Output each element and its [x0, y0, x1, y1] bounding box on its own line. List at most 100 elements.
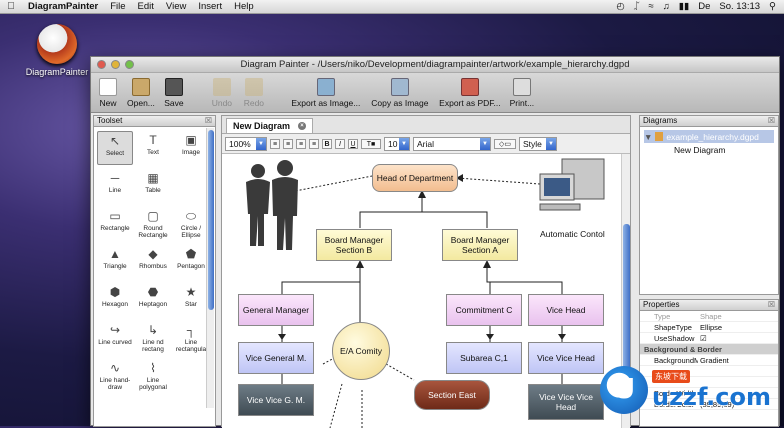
node-section-east[interactable]: Section East	[414, 380, 490, 410]
prop-row-useshadow[interactable]: UseShadow ☑	[640, 333, 778, 344]
line-curved-icon: ↪	[109, 322, 121, 337]
node-board-manager-b[interactable]: Board Manager Section B	[316, 229, 392, 261]
properties-close-icon[interactable]: ☒	[768, 300, 775, 309]
wifi-icon[interactable]: ≈	[648, 1, 653, 12]
desktop-app-icon[interactable]: DiagramPainter	[22, 24, 92, 77]
diagrams-close-icon[interactable]: ☒	[768, 116, 775, 125]
node-vice-vice-gm[interactable]: Vice Vice G. M.	[238, 384, 314, 416]
align-right-icon[interactable]: ≡	[296, 138, 306, 149]
input-language[interactable]: De	[698, 1, 710, 12]
print-button[interactable]: Print...	[509, 78, 535, 108]
font-select[interactable]: Arial ▼	[413, 136, 491, 151]
connector-boarda-head	[422, 211, 488, 228]
toolset-scrollbar[interactable]	[206, 128, 214, 408]
undo-button[interactable]: Undo	[209, 78, 235, 108]
node-vice-vice-vice-head[interactable]: Vice Vice Vice Head	[528, 384, 604, 420]
node-commitment-c[interactable]: Commitment C	[446, 294, 522, 326]
node-vice-vice-head[interactable]: Vice Vice Head	[528, 342, 604, 374]
tool-label: Line	[108, 187, 122, 194]
title-bar[interactable]: Diagram Painter - /Users/niko/Developmen…	[91, 57, 779, 73]
prop-group-background[interactable]: Background & Border	[640, 344, 778, 355]
tool-rectangle[interactable]: ▭ Rectangle	[97, 207, 133, 241]
bold-icon[interactable]: B	[322, 138, 332, 149]
export-image-button[interactable]: Export as Image...	[289, 78, 363, 108]
menu-edit[interactable]: Edit	[132, 1, 160, 12]
tool-line-rect[interactable]: ↳ Line nd rectang	[135, 321, 171, 355]
style-select[interactable]: Style ▼	[519, 136, 557, 151]
menu-view[interactable]: View	[160, 1, 192, 12]
tool-line-rectangular[interactable]: ┐ Line rectangula	[173, 321, 209, 355]
battery-icon[interactable]: ▮▮	[679, 1, 689, 12]
node-head-of-department[interactable]: Head of Department	[372, 164, 458, 192]
menu-help[interactable]: Help	[228, 1, 260, 12]
tool-label: Line polygonal	[139, 377, 167, 391]
tool-pentagon[interactable]: ⬟ Pentagon	[173, 245, 209, 279]
export-pdf-button[interactable]: Export as PDF...	[437, 78, 503, 108]
menu-file[interactable]: File	[104, 1, 131, 12]
round-rectangle-icon: ▢	[147, 208, 159, 223]
copy-image-button[interactable]: Copy as Image	[369, 78, 431, 108]
justify-icon[interactable]: ≡	[309, 138, 319, 149]
blank	[180, 171, 202, 185]
italic-icon[interactable]: I	[335, 138, 345, 149]
tool-heptagon[interactable]: ⬣ Heptagon	[135, 283, 171, 317]
tool-hexagon[interactable]: ⬢ Hexagon	[97, 283, 133, 317]
volume-icon[interactable]: ♫	[663, 1, 670, 12]
undo-icon	[212, 78, 231, 96]
save-button[interactable]: Save	[161, 78, 187, 108]
menu-app[interactable]: DiagramPainter	[22, 1, 104, 12]
tool-line-polygonal[interactable]: ⌇ Line polygonal	[135, 359, 171, 393]
font-size-select[interactable]: 10 ▼	[384, 136, 410, 151]
zoom-select[interactable]: 100% ▼	[225, 136, 267, 151]
copy-image-icon	[390, 78, 409, 96]
redo-button[interactable]: Redo	[241, 78, 267, 108]
node-subarea[interactable]: Subarea C,1	[446, 342, 522, 374]
clock[interactable]: So. 13:13	[719, 1, 760, 12]
node-vice-head[interactable]: Vice Head	[528, 294, 604, 326]
tool-triangle[interactable]: ▲ Triangle	[97, 245, 133, 279]
spotlight-icon[interactable]: ⚲	[769, 1, 776, 12]
node-ea-comity[interactable]: E/A Comity	[332, 322, 390, 380]
tool-line-tool[interactable]: ─ Line	[97, 169, 133, 203]
tool-label: Select	[105, 150, 125, 157]
close-tab-icon[interactable]: ×	[298, 122, 307, 130]
tool-select-arrow[interactable]: ↖ Select	[97, 131, 133, 165]
tree-item-diagram[interactable]: New Diagram	[644, 143, 774, 156]
timemachine-icon[interactable]: ◴	[616, 1, 624, 12]
bluetooth-icon[interactable]: ᛢ	[634, 1, 640, 12]
tree-item-file[interactable]: ▼ example_hierarchy.dgpd	[644, 130, 774, 143]
tool-image-tool[interactable]: ▣ Image	[173, 131, 209, 165]
prop-row-shapetype[interactable]: ShapeType Ellipse	[640, 322, 778, 333]
diagram-canvas[interactable]: Head of Department Automatic Contol Boar…	[222, 154, 622, 428]
pentagon-icon: ⬟	[185, 246, 197, 261]
node-board-manager-a[interactable]: Board Manager Section A	[442, 229, 518, 261]
toolset-close-icon[interactable]: ☒	[205, 116, 212, 125]
line-rectangular-icon: ┐	[186, 322, 196, 337]
tool-table-tool[interactable]: ▦ Table	[135, 169, 171, 203]
tool-line-handdraw[interactable]: ∿ Line hand-draw	[97, 359, 133, 393]
triangle-icon: ▲	[109, 246, 121, 261]
node-general-manager[interactable]: General Manager	[238, 294, 314, 326]
menu-insert[interactable]: Insert	[192, 1, 228, 12]
tool-line-curved[interactable]: ↪ Line curved	[97, 321, 133, 355]
text-color-icon[interactable]: T■	[361, 138, 381, 149]
shape-style-icon[interactable]: ◇▭	[494, 138, 516, 149]
hexagon-icon: ⬢	[109, 284, 121, 299]
tool-text-tool[interactable]: T Text	[135, 131, 171, 165]
tab-new-diagram[interactable]: New Diagram ×	[226, 118, 314, 133]
tool-rhombus[interactable]: ◆ Rhombus	[135, 245, 171, 279]
tool-round-rectangle[interactable]: ▢ Round Rectangle	[135, 207, 171, 241]
tool-ellipse[interactable]: ⬭ Circle / Ellipse	[173, 207, 209, 241]
star-icon: ★	[185, 284, 197, 299]
new-button[interactable]: New	[95, 78, 121, 108]
disclosure-triangle-icon[interactable]: ▼	[644, 132, 652, 142]
node-vice-general[interactable]: Vice General M.	[238, 342, 314, 374]
align-left-icon[interactable]: ≡	[270, 138, 280, 149]
tool-star[interactable]: ★ Star	[173, 283, 209, 317]
arrow-head-5	[278, 334, 286, 340]
apple-menu-icon[interactable]: 	[0, 1, 22, 12]
open-button[interactable]: Open...	[127, 78, 155, 108]
tool-label: Triangle	[103, 263, 127, 270]
underline-icon[interactable]: U	[348, 138, 358, 149]
align-center-icon[interactable]: ≡	[283, 138, 293, 149]
